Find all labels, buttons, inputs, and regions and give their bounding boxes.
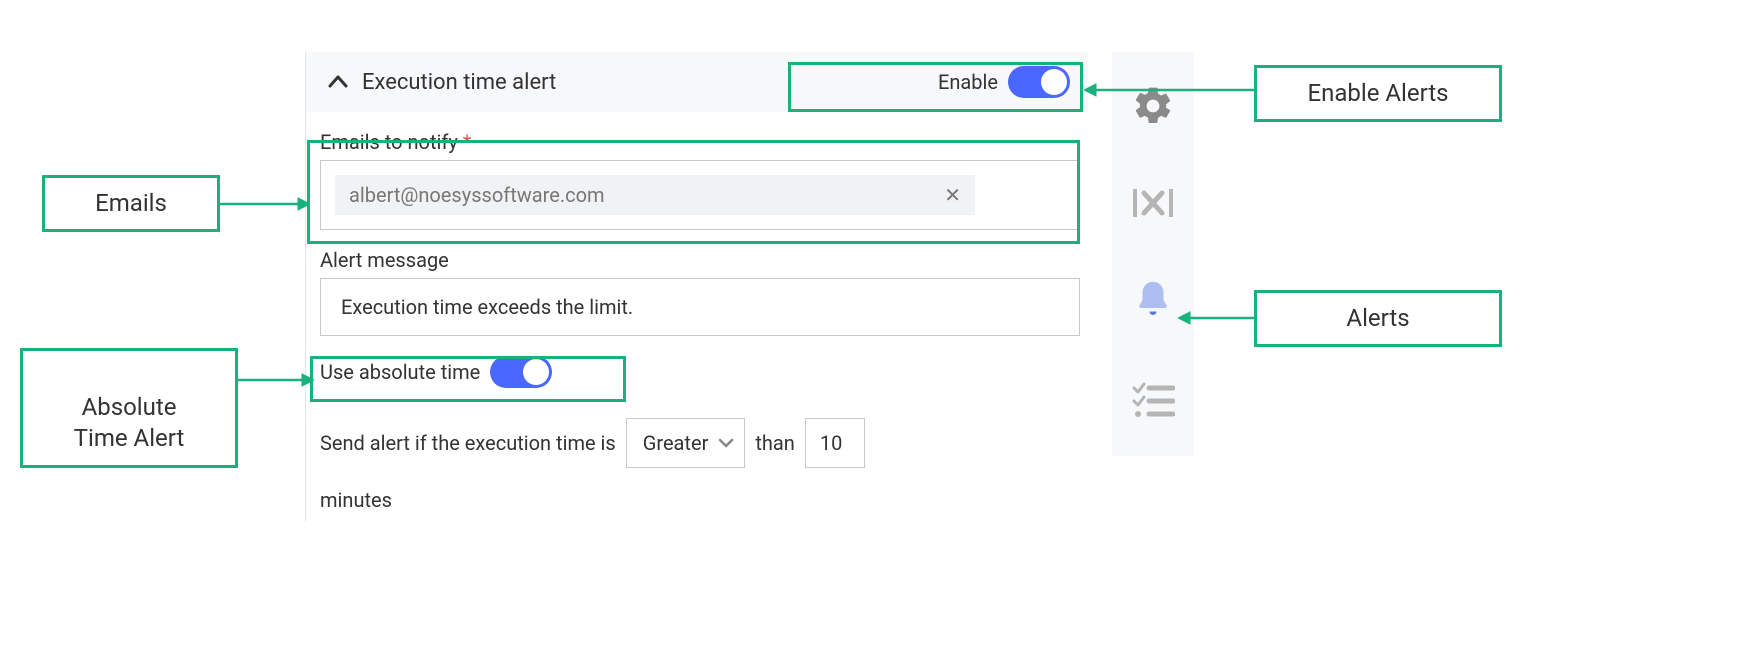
condition-unit: minutes [320,488,1080,512]
remove-email-icon[interactable]: ✕ [944,183,961,207]
checklist-icon[interactable] [1131,381,1175,424]
condition-operator-value: Greater [643,431,709,455]
callout-enable-alerts: Enable Alerts [1254,65,1502,122]
emails-input[interactable]: albert@noesyssoftware.com ✕ [320,160,1080,230]
callout-emails: Emails [42,175,220,232]
condition-value-input[interactable]: 10 [805,418,865,468]
condition-prefix: Send alert if the execution time is [320,431,616,455]
condition-operator-select[interactable]: Greater [626,418,746,468]
chevron-up-icon [328,72,348,93]
panel-title: Execution time alert [362,70,938,95]
enable-toggle[interactable] [1008,66,1070,98]
emails-label: Emails to notify * [320,130,1080,154]
alert-message-label: Alert message [320,248,1080,272]
chevron-down-icon [718,437,734,449]
absolute-time-row: Use absolute time [320,356,1080,388]
absolute-time-toggle[interactable] [490,356,552,388]
email-chip: albert@noesyssoftware.com ✕ [335,175,975,215]
execution-time-alert-panel: Execution time alert Enable Emails to no… [305,52,1088,522]
panel-header[interactable]: Execution time alert Enable [306,52,1088,112]
enable-label: Enable [938,70,998,94]
absolute-x-icon[interactable] [1131,185,1175,226]
gear-icon[interactable] [1131,84,1175,133]
right-sidebar [1112,52,1194,456]
email-chip-text: albert@noesyssoftware.com [349,183,944,207]
absolute-time-label: Use absolute time [320,360,480,384]
arrow-emails [220,194,310,214]
callout-absolute-time: Absolute Time Alert [20,348,238,468]
condition-row: Send alert if the execution time is Grea… [320,418,1080,468]
alert-message-value: Execution time exceeds the limit. [341,295,633,319]
alert-message-input[interactable]: Execution time exceeds the limit. [320,278,1080,336]
bell-icon[interactable] [1132,278,1174,329]
panel-body: Emails to notify * albert@noesyssoftware… [306,112,1088,522]
callout-alerts: Alerts [1254,290,1502,347]
condition-than: than [755,431,794,455]
arrow-absolute [238,370,314,390]
